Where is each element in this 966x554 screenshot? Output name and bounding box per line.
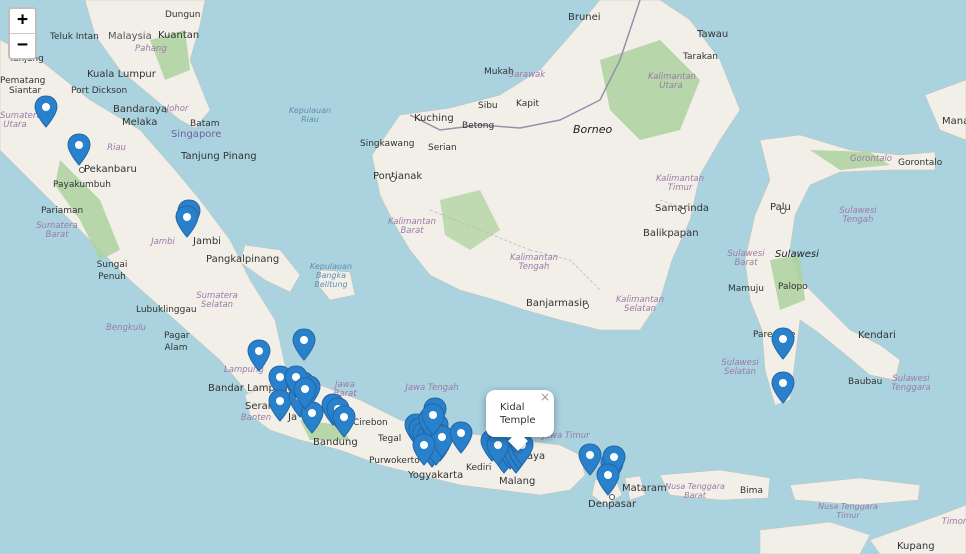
map-marker-icon[interactable] — [771, 371, 795, 404]
zoom-control: + − — [8, 7, 37, 60]
label-teluk-intan: Teluk Intan — [50, 32, 99, 42]
map-marker-icon[interactable] — [486, 433, 510, 466]
label-pagar-alam: Pagar Alam — [164, 331, 190, 353]
label-kepulauan-riau: Kepulauan Riau — [288, 106, 332, 124]
map-marker-icon[interactable] — [412, 433, 436, 466]
label-tegal: Tegal — [378, 434, 402, 444]
map-marker-icon[interactable] — [449, 421, 473, 454]
label-sulawesi-barat: Sulawesi Barat — [727, 249, 765, 268]
label-tawau: Tawau — [697, 29, 729, 40]
label-bengkulu: Bengkulu — [106, 323, 146, 333]
label-kep-bangka: Kepulauan Bangka Belitung — [309, 262, 353, 289]
label-baubau: Baubau — [848, 377, 883, 387]
label-kupang: Kupang — [897, 541, 935, 552]
label-mamuju: Mamuju — [728, 284, 764, 294]
label-kuching: Kuching — [414, 113, 454, 124]
label-pangkalpinang: Pangkalpinang — [206, 254, 280, 265]
label-sungai-penuh: Sungai Penuh — [96, 260, 128, 282]
label-sulawesi-tenggara: Sulawesi Tenggara — [891, 374, 931, 393]
label-bima: Bima — [740, 486, 763, 496]
label-melaka: Melaka — [122, 117, 158, 128]
map-marker-icon[interactable] — [293, 377, 317, 410]
label-malaysia: Malaysia — [108, 31, 152, 42]
label-sumatera-barat: Sumatera Barat — [36, 221, 78, 240]
marker-popup: Kidal Temple × — [486, 390, 554, 451]
label-sulawesi-selatan: Sulawesi Selatan — [721, 358, 759, 377]
zoom-out-button[interactable]: − — [10, 34, 35, 58]
label-port-dickson: Port Dickson — [71, 86, 128, 96]
popup-close-button[interactable]: × — [540, 390, 550, 404]
map-marker-icon[interactable] — [34, 95, 58, 128]
label-kendari: Kendari — [858, 330, 896, 341]
label-nusa-tenggara-timur: Nusa Tenggara Timur — [818, 502, 878, 520]
label-cirebon: Cirebon — [353, 418, 388, 428]
label-denpasar: Denpasar — [588, 499, 637, 510]
label-batam: Batam — [190, 119, 220, 129]
label-manado-edge: Mana — [942, 116, 966, 127]
label-pekanbaru: Pekanbaru — [84, 164, 137, 175]
label-pontianak: Pontianak — [373, 171, 423, 182]
label-timor: Timor — [941, 517, 966, 527]
map-marker-icon[interactable] — [332, 405, 356, 438]
label-sibu: Sibu — [478, 101, 498, 111]
label-johor: Johor — [166, 104, 189, 114]
label-kuala-lumpur: Kuala Lumpur — [87, 69, 156, 80]
city-dot — [79, 167, 85, 173]
zoom-in-button[interactable]: + — [10, 9, 35, 34]
label-dungun: Dungun — [165, 10, 201, 20]
label-kalimantan-selatan: Kalimantan Selatan — [615, 295, 664, 314]
label-sulawesi-tengah: Sulawesi Tengah — [839, 206, 877, 225]
label-bandaraya: Bandaraya — [113, 104, 168, 115]
label-jambi-prov: Jambi — [151, 237, 175, 247]
label-lubuklinggau: Lubuklinggau — [136, 305, 197, 315]
map-marker-icon[interactable] — [175, 205, 199, 238]
label-betong: Betong — [462, 121, 495, 131]
label-kalimantan-tengah: Kalimantan Tengah — [509, 253, 558, 272]
city-dot — [680, 208, 686, 214]
label-palopo: Palopo — [778, 282, 808, 292]
city-dot — [780, 208, 786, 214]
map-marker-icon[interactable] — [771, 327, 795, 360]
label-pariaman: Pariaman — [41, 206, 84, 216]
map-marker-icon[interactable] — [421, 403, 445, 436]
label-gorontalo: Gorontalo — [898, 158, 943, 168]
label-riau: Riau — [107, 143, 126, 153]
label-sarawak: Sarawak — [508, 70, 546, 80]
map-marker-icon[interactable] — [67, 133, 91, 166]
label-banjarmasin: Banjarmasin — [526, 298, 589, 309]
label-mataram: Mataram — [622, 483, 667, 494]
popup-text: Kidal Temple — [500, 402, 536, 426]
city-dot — [390, 176, 396, 182]
label-serian: Serian — [428, 143, 457, 153]
label-payakumbuh: Payakumbuh — [53, 180, 111, 190]
label-nusa-tenggara-barat: Nusa Tenggara Barat — [665, 482, 725, 500]
map-marker-icon[interactable] — [292, 328, 316, 361]
city-dot — [583, 303, 589, 309]
label-kalimantan-utara: Kalimantan Utara — [648, 72, 697, 91]
label-balikpapan: Balikpapan — [643, 228, 699, 239]
label-kapit: Kapit — [516, 99, 540, 109]
label-kuantan: Kuantan — [158, 30, 200, 41]
label-kalimantan-timur: Kalimantan Timur — [655, 174, 704, 193]
label-gorontalo-prov: Gorontalo — [850, 154, 892, 164]
label-tanjung-pinang: Tanjung Pinang — [181, 151, 257, 162]
label-tarakan: Tarakan — [683, 52, 719, 62]
label-sumatera-selatan: Sumatera Selatan — [196, 291, 238, 310]
label-kalimantan-barat: Kalimantan Barat — [387, 217, 436, 236]
label-singapore: Singapore — [171, 129, 222, 140]
label-bandung: Bandung — [313, 437, 358, 448]
label-malang: Malang — [499, 476, 536, 487]
map-marker-icon[interactable] — [596, 463, 620, 496]
label-sumatera-utara: Sumatera Utara — [0, 111, 42, 130]
label-singkawang: Singkawang — [360, 139, 415, 149]
label-jawa-tengah: Jawa Tengah — [405, 383, 459, 393]
label-borneo: Borneo — [573, 123, 613, 136]
label-pahang: Pahang — [135, 44, 167, 54]
label-sulawesi: Sulawesi — [775, 249, 819, 260]
map-view[interactable]: Brunei Tawau Tarakan Mukah Sarawak Kalim… — [0, 0, 966, 554]
label-brunei: Brunei — [568, 12, 601, 23]
label-yogyakarta: Yogyakarta — [408, 470, 464, 481]
